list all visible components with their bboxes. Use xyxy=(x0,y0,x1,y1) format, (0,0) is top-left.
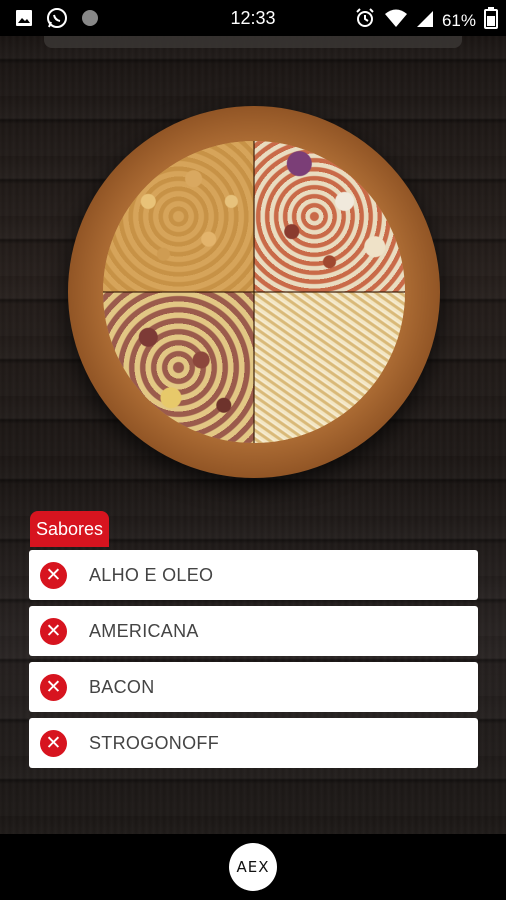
flavor-label: STROGONOFF xyxy=(89,733,219,753)
battery-label: 61% xyxy=(441,10,476,30)
battery-icon xyxy=(484,7,498,34)
remove-flavor-button[interactable]: ✕ xyxy=(40,730,67,757)
signal-icon xyxy=(416,8,434,33)
app-logo[interactable]: AEX xyxy=(229,843,277,891)
pizza-quarter-bacon xyxy=(103,292,254,443)
remove-flavor-button[interactable]: ✕ xyxy=(40,674,67,701)
flavor-item: ✕ AMERICANA xyxy=(29,606,478,656)
flavor-label: AMERICANA xyxy=(89,621,199,641)
pizza-quarter-alho-e-oleo xyxy=(103,141,254,292)
status-bar: 12:33 61% xyxy=(0,0,506,36)
flavors-heading: Sabores xyxy=(30,511,110,547)
flavor-item: ✕ STROGONOFF xyxy=(29,718,478,768)
pizza-cut-horizontal xyxy=(103,291,405,293)
wifi-icon xyxy=(384,8,408,33)
remove-flavor-button[interactable]: ✕ xyxy=(40,618,67,645)
alarm-icon xyxy=(354,7,376,34)
flavor-list: ✕ ALHO E OLEO ✕ AMERICANA ✕ BACON ✕ STRO… xyxy=(29,550,478,774)
remove-flavor-button[interactable]: ✕ xyxy=(40,562,67,589)
flavor-item: ✕ ALHO E OLEO xyxy=(29,550,478,600)
pizza-quarter-strogonoff xyxy=(254,292,405,443)
flavor-item: ✕ BACON xyxy=(29,662,478,712)
status-right-icons: 61% xyxy=(354,7,498,34)
flavor-label: BACON xyxy=(89,677,155,697)
bottom-bar: AEX xyxy=(0,834,506,900)
flavor-label: ALHO E OLEO xyxy=(89,565,214,585)
top-panel-edge xyxy=(44,36,462,48)
pizza-quarter-americana xyxy=(254,141,405,292)
